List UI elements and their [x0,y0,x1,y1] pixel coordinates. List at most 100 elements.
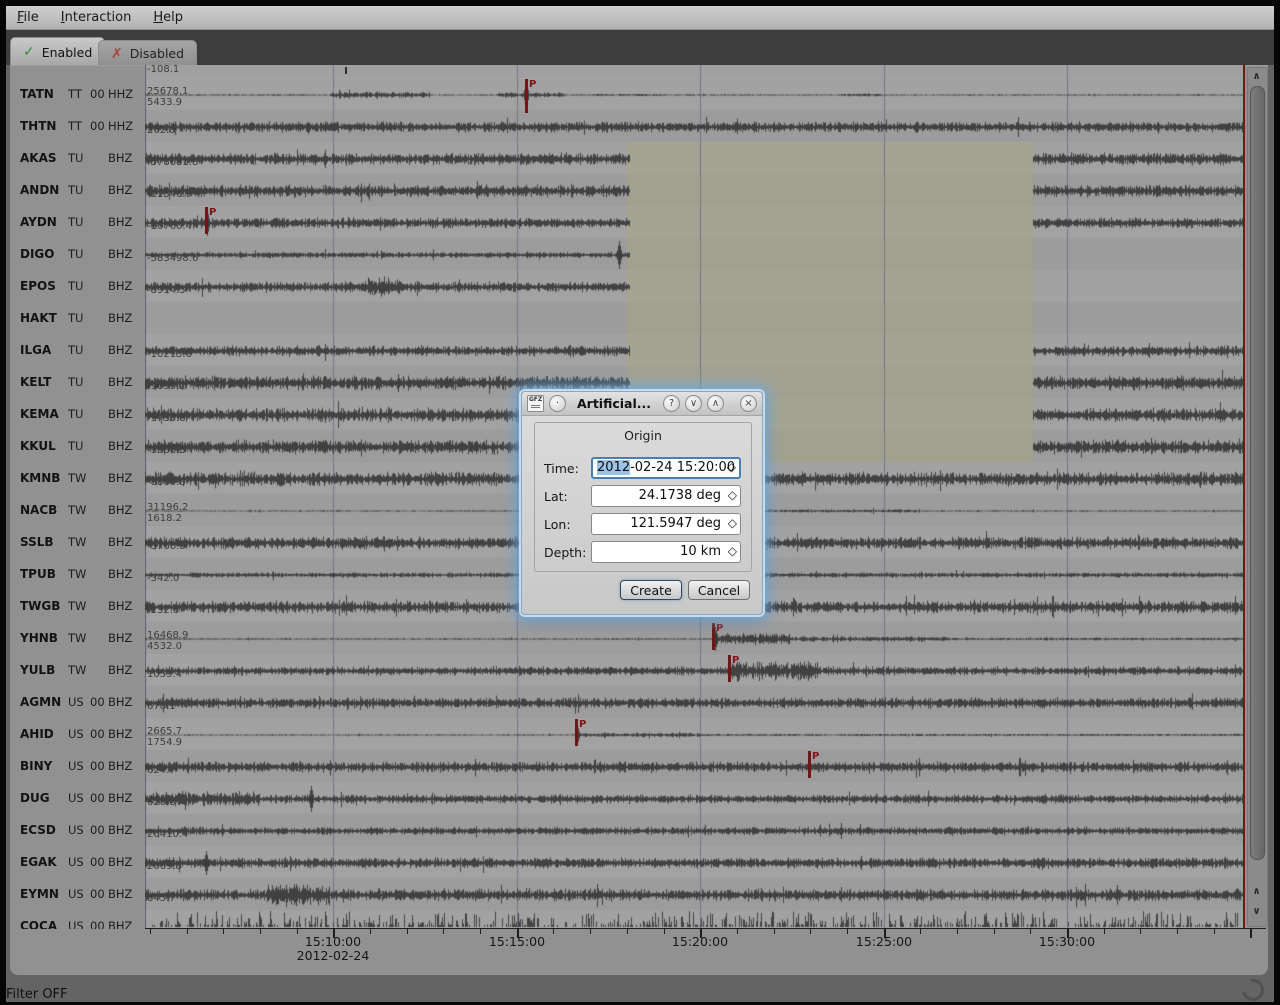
station-row-BINY[interactable]: BINYUS00BHZ [10,750,145,782]
spinner-icon[interactable]: ◇ [727,460,736,474]
spinner-icon[interactable]: ◇ [728,488,737,502]
station-channel: BHZ [108,375,132,389]
station-channel: BHZ [108,663,132,677]
station-network: TT [68,119,90,133]
station-row-AHID[interactable]: AHIDUS00BHZ [10,718,145,750]
station-location: 00 [90,695,108,709]
spinner-icon[interactable]: ◇ [728,516,737,530]
station-channel: BHZ [108,791,132,805]
dialog-titlebar[interactable]: GFZ · Artificial... ? ∨ ∧ × [522,392,762,416]
station-name: ILGA [10,343,68,357]
station-channel: BHZ [108,503,132,517]
menu-file[interactable]: File [6,8,50,27]
station-channel: HHZ [108,119,133,133]
station-row-AKAS[interactable]: AKASTUBHZ [10,142,145,174]
create-button[interactable]: Create [620,580,682,600]
lat-input[interactable]: 24.1738 deg ◇ [591,485,741,507]
station-name: EYMN [10,887,68,901]
station-channel: BHZ [108,535,132,549]
station-row-EPOS[interactable]: EPOSTUBHZ [10,270,145,302]
depth-field-row: Depth: 10 km ◇ [535,541,751,563]
station-location: 00 [90,919,108,929]
station-name: TATN [10,87,68,101]
time-rest-text: -02-24 15:20:00 [630,460,735,475]
time-axis-line [145,928,1266,929]
cancel-button[interactable]: Cancel [688,580,750,600]
station-name: NACB [10,503,68,517]
station-network: TU [68,343,90,357]
station-row-DUG[interactable]: DUGUS00BHZ [10,782,145,814]
station-row-DIGO[interactable]: DIGOTUBHZ [10,238,145,270]
station-row-KMNB[interactable]: KMNBTWBHZ [10,462,145,494]
station-row-SSLB[interactable]: SSLBTWBHZ [10,526,145,558]
station-row-EYMN[interactable]: EYMNUS00BHZ [10,878,145,910]
station-row-KKUL[interactable]: KKULTUBHZ [10,430,145,462]
station-row-HAKT[interactable]: HAKTTUBHZ [10,302,145,334]
scrollbar-thumb[interactable] [1250,86,1265,860]
station-row-KEMA[interactable]: KEMATUBHZ [10,398,145,430]
station-row-ILGA[interactable]: ILGATUBHZ [10,334,145,366]
help-button[interactable]: ? [663,395,680,412]
lon-value: 121.5947 deg [630,516,721,531]
lon-label: Lon: [544,517,571,532]
station-name: YHNB [10,631,68,645]
time-field-row: Time: 2012-02-24 15:20:00 ◇ [535,457,751,479]
station-location: 00 [90,727,108,741]
menu-help[interactable]: Help [142,8,194,27]
gfz-icon-lines [531,405,540,409]
scroll-down-icon[interactable]: ∨ [1249,904,1264,919]
station-row-YHNB[interactable]: YHNBTWBHZ [10,622,145,654]
station-row-EGAK[interactable]: EGAKUS00BHZ [10,846,145,878]
station-row-TPUB[interactable]: TPUBTWBHZ [10,558,145,590]
station-name: YULB [10,663,68,677]
station-name: KMNB [10,471,68,485]
tab-enabled[interactable]: ✓ Enabled [10,37,105,66]
scroll-up-icon[interactable]: ∧ [1249,69,1264,84]
station-network: US [68,919,90,929]
station-name: KEMA [10,407,68,421]
station-channel: BHZ [108,919,132,929]
statusbar-filter-label: Filter OFF [6,987,68,1002]
lat-field-row: Lat: 24.1738 deg ◇ [535,485,751,507]
lon-input[interactable]: 121.5947 deg ◇ [591,513,741,535]
close-icon[interactable]: × [740,395,757,412]
origin-groupbox: Origin Time: 2012-02-24 15:20:00 ◇ Lat: … [534,422,752,572]
station-channel: HHZ [108,87,133,101]
station-row-COCA[interactable]: COCAUS00BHZ [10,910,145,929]
lat-label: Lat: [544,489,568,504]
check-icon: ✓ [23,44,35,60]
spinner-icon[interactable]: ◇ [728,544,737,558]
station-row-TATN[interactable]: TATNTT00HHZ [10,78,145,110]
time-input[interactable]: 2012-02-24 15:20:00 ◇ [591,457,741,479]
depth-label: Depth: [544,545,586,560]
station-row-THTN[interactable]: THTNTT00HHZ [10,110,145,142]
tab-disabled[interactable]: ✗ Disabled [98,40,197,66]
station-channel: BHZ [108,247,132,261]
station-channel: BHZ [108,631,132,645]
station-channel: BHZ [108,279,132,293]
station-network: TU [68,407,90,421]
lat-value: 24.1738 deg [639,488,721,503]
station-row-TWGB[interactable]: TWGBTWBHZ [10,590,145,622]
station-row-ANDN[interactable]: ANDNTUBHZ [10,174,145,206]
station-name: AHID [10,727,68,741]
station-row-AYDN[interactable]: AYDNTUBHZ [10,206,145,238]
scroll-up2-icon[interactable]: ∧ [1249,884,1264,899]
station-row-KELT[interactable]: KELTTUBHZ [10,366,145,398]
depth-input[interactable]: 10 km ◇ [591,541,741,563]
shade-button[interactable]: ∨ [685,395,702,412]
menu-interaction[interactable]: Interaction [50,8,143,27]
station-network: TU [68,311,90,325]
station-name: EGAK [10,855,68,869]
window-menu-button[interactable]: · [549,395,566,412]
station-channel: BHZ [108,823,132,837]
station-row-ECSD[interactable]: ECSDUS00BHZ [10,814,145,846]
station-row-YULB[interactable]: YULBTWBHZ [10,654,145,686]
station-row-AGMN[interactable]: AGMNUS00BHZ [10,686,145,718]
station-channel: BHZ [108,215,132,229]
station-channel: BHZ [108,311,132,325]
station-row-NACB[interactable]: NACBTWBHZ [10,494,145,526]
vertical-scrollbar[interactable]: ∧ ∧ ∨ [1247,67,1268,927]
station-location: 00 [90,759,108,773]
keep-above-button[interactable]: ∧ [707,395,724,412]
